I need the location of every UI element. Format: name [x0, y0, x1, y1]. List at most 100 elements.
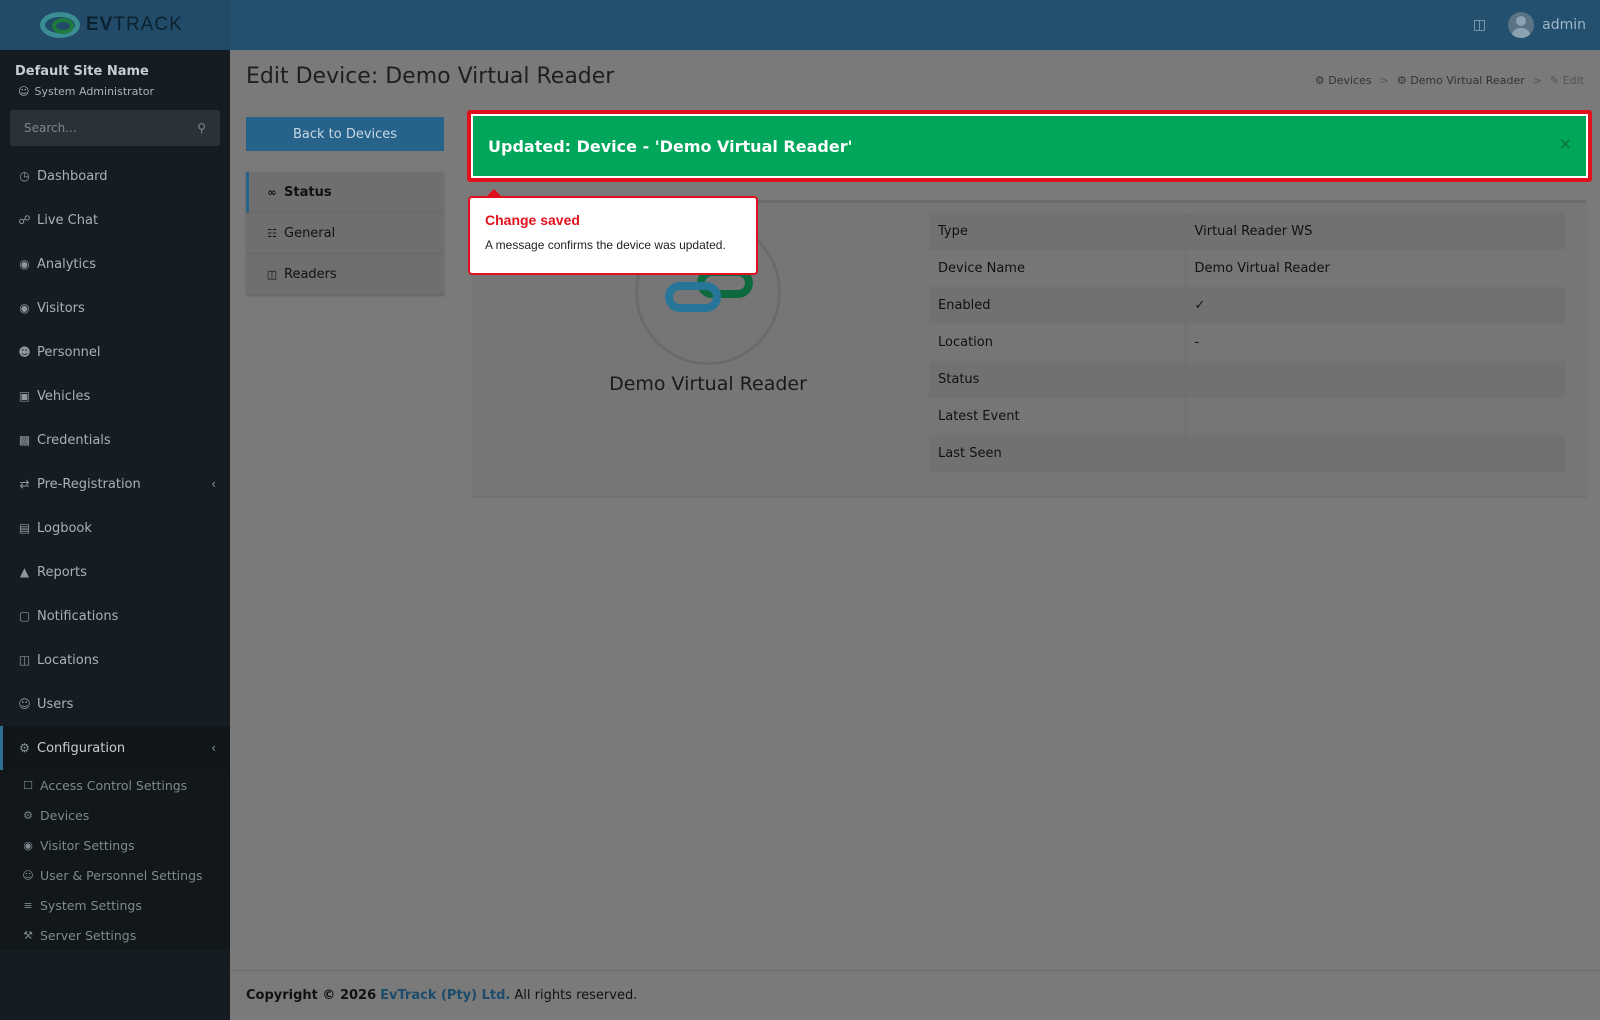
sidebar-item-label: Locations [37, 652, 99, 668]
sidebar-item-visitors[interactable]: ◉ Visitors [0, 286, 230, 330]
search-input[interactable]: Search... [24, 121, 77, 135]
configuration-submenu: ☐ Access Control Settings ⚙ Devices ◉ Visit… [0, 770, 230, 950]
tab-label: Status [284, 184, 332, 200]
footer: Copyright © 2026 EvTrack (Pty) Ltd. All … [230, 970, 1600, 1020]
gear-icon: ⚙ [23, 808, 33, 822]
sidebar-item-label: Dashboard [37, 168, 108, 184]
sidebar-item-label: Vehicles [37, 388, 91, 404]
alert-highlight: Updated: Device - 'Demo Virtual Reader' … [467, 110, 1592, 182]
row-label: Latest Event [929, 398, 1186, 435]
headset-icon: ☍ [18, 213, 31, 227]
sidebar-item-label: Reports [37, 564, 87, 580]
row-label: Status [929, 361, 1186, 398]
eye-icon: ◉ [19, 301, 30, 315]
breadcrumb-separator: > [1532, 74, 1542, 87]
success-alert: Updated: Device - 'Demo Virtual Reader' … [473, 116, 1586, 176]
company-link[interactable]: EvTrack (Pty) Ltd. [380, 988, 510, 1003]
submenu-item-system-settings[interactable]: ≡ System Settings [0, 890, 230, 920]
sidebar-item-label: Logbook [37, 520, 92, 536]
user-role: ☺ System Administrator [0, 81, 230, 102]
callout-body: A message confirms the device was update… [485, 238, 726, 252]
tab-label: General [284, 225, 336, 241]
submenu-item-access-control-settings[interactable]: ☐ Access Control Settings [0, 770, 230, 800]
sidebar-item-vehicles[interactable]: ▣ Vehicles [0, 374, 230, 418]
car-icon: ▣ [18, 389, 31, 403]
exchange-icon: ⇄ [19, 477, 30, 491]
row-value [1185, 435, 1565, 472]
table-row: Status [929, 361, 1565, 398]
breadcrumb-label: Devices [1328, 74, 1372, 87]
sidebar-item-logbook[interactable]: ▤ Logbook [0, 506, 230, 550]
eye-icon: ◉ [23, 838, 33, 852]
tab-status[interactable]: ∞ Status [246, 172, 444, 213]
row-value: Demo Virtual Reader [1185, 250, 1565, 287]
device-name-heading: Demo Virtual Reader [609, 373, 807, 395]
lock-icon: ☐ [23, 778, 33, 792]
row-value: Virtual Reader WS [1185, 213, 1565, 250]
submenu-item-visitor-settings[interactable]: ◉ Visitor Settings [0, 830, 230, 860]
gear-icon: ⚙ [1314, 74, 1329, 87]
sidebar-item-locations[interactable]: ◫ Locations [0, 638, 230, 682]
comments-icon: ▢ [18, 609, 31, 623]
row-value: - [1185, 324, 1565, 361]
link-icon: ∞ [267, 185, 277, 199]
users-icon: ☺ [18, 697, 31, 711]
sidebar-item-label: Personnel [37, 344, 101, 360]
submenu-item-label: Visitor Settings [40, 837, 135, 853]
breadcrumb-edit: ✎ Edit [1550, 74, 1584, 87]
main-content: Edit Device: Demo Virtual Reader ⚙ Devic… [230, 50, 1600, 970]
sidebar-item-personnel[interactable]: ☻ Personnel [0, 330, 230, 374]
chevron-left-icon[interactable]: ‹ [211, 477, 216, 491]
submenu-item-label: Access Control Settings [40, 777, 188, 793]
sidebar-item-dashboard[interactable]: ◷ Dashboard [0, 154, 230, 198]
users-icon: ☺ [22, 868, 34, 882]
map-icon: ◫ [18, 653, 31, 667]
row-label: Location [929, 324, 1186, 361]
gear-icon: ⚙ [19, 741, 30, 755]
wrench-icon: ⚒ [23, 928, 33, 942]
sidebar-item-label: Analytics [37, 256, 97, 272]
breadcrumb: ⚙ Devices > ⚙ Demo Virtual Reader > ✎ Ed… [1315, 74, 1584, 87]
row-value [1185, 361, 1565, 398]
user-menu[interactable]: admin [1508, 12, 1586, 38]
chevron-left-icon[interactable]: ‹ [211, 741, 216, 755]
sidebar-item-live-chat[interactable]: ☍ Live Chat [0, 198, 230, 242]
sidebar: Default Site Name ☺ System Administrator… [0, 50, 230, 1020]
sidebar-item-pre-registration[interactable]: ⇄ Pre-Registration ‹ [0, 462, 230, 506]
breadcrumb-label: Edit [1562, 74, 1584, 87]
submenu-item-user-personnel-settings[interactable]: ☺ User & Personnel Settings [0, 860, 230, 890]
submenu-item-label: User & Personnel Settings [40, 867, 203, 883]
building-icon: ◫ [266, 267, 278, 281]
row-label: Type [929, 213, 1186, 250]
table-row: Type Virtual Reader WS [929, 213, 1565, 250]
breadcrumb-devices[interactable]: ⚙ Devices [1315, 74, 1372, 87]
top-header: EVTRACK ◫ admin [0, 0, 1600, 50]
submenu-item-server-settings[interactable]: ⚒ Server Settings [0, 920, 230, 950]
evtrack-logo[interactable]: EVTRACK [0, 0, 230, 50]
logo-text: EVTRACK [86, 14, 183, 35]
back-to-devices-button[interactable]: Back to Devices [246, 117, 444, 151]
device-tabs: ∞ Status ☷ General ◫ Readers [246, 172, 444, 295]
close-icon[interactable]: × [1559, 134, 1572, 153]
sitemap-icon: ☷ [267, 226, 277, 240]
alert-message: Updated: Device - 'Demo Virtual Reader' [488, 136, 853, 156]
sidebar-item-notifications[interactable]: ▢ Notifications [0, 594, 230, 638]
breadcrumb-separator: > [1379, 74, 1389, 87]
sidebar-item-analytics[interactable]: ◉ Analytics [0, 242, 230, 286]
user-role-label: System Administrator [34, 85, 154, 98]
sidebar-item-credentials[interactable]: ▩ Credentials [0, 418, 230, 462]
submenu-item-label: Devices [40, 807, 90, 823]
tab-readers[interactable]: ◫ Readers [246, 254, 444, 295]
search-icon[interactable]: ⚲ [197, 121, 206, 135]
sidebar-item-configuration[interactable]: ⚙ Configuration ‹ [0, 726, 230, 770]
sidebar-item-reports[interactable]: ▲ Reports [0, 550, 230, 594]
building-icon[interactable]: ◫ [1473, 17, 1486, 33]
sidebar-item-users[interactable]: ☺ Users [0, 682, 230, 726]
sidebar-search[interactable]: Search... ⚲ [10, 110, 220, 146]
submenu-item-devices[interactable]: ⚙ Devices [0, 800, 230, 830]
table-row: Last Seen [929, 435, 1565, 472]
tab-general[interactable]: ☷ General [246, 213, 444, 254]
breadcrumb-device[interactable]: ⚙ Demo Virtual Reader [1397, 74, 1525, 87]
submenu-item-label: Server Settings [40, 927, 137, 943]
table-row: Location - [929, 324, 1565, 361]
